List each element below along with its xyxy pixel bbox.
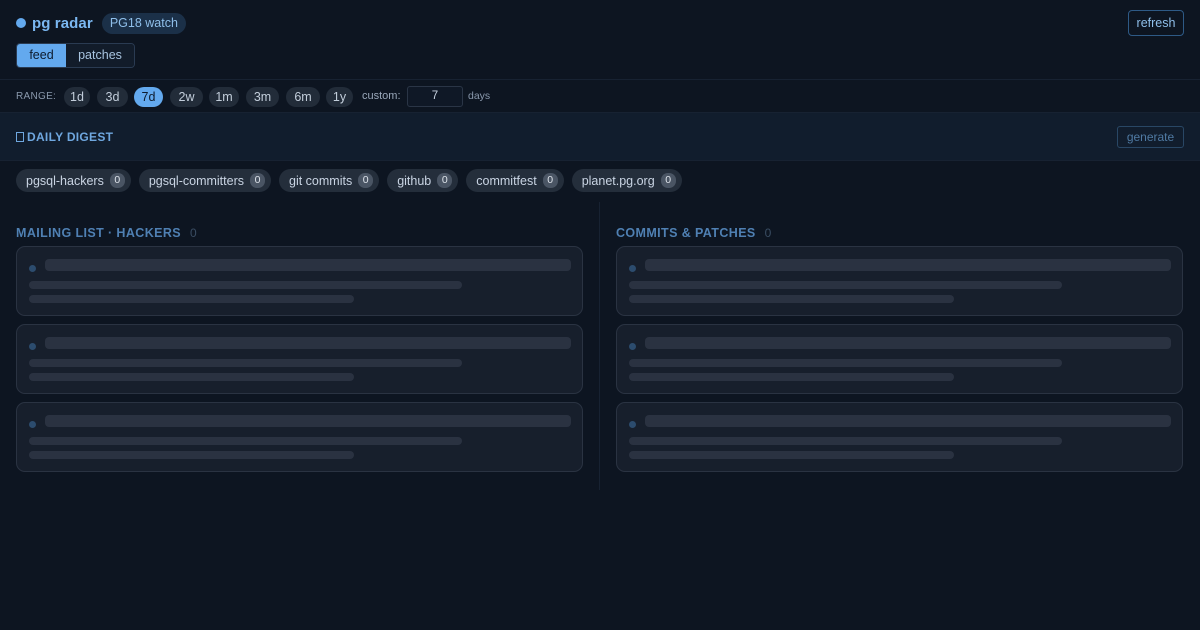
source-chip-planet-pg-org[interactable]: planet.pg.org 0 — [571, 169, 682, 192]
skeleton-title — [645, 415, 1171, 427]
column-header: MAILING LIST · HACKERS 0 — [16, 202, 583, 246]
skeleton-line — [629, 451, 954, 459]
source-chip-git-commits[interactable]: git commits 0 — [279, 169, 380, 192]
column-divider — [599, 202, 600, 490]
view-tabs: feed patches — [16, 43, 135, 68]
source-chip-pgsql-hackers[interactable]: pgsql-hackers 0 — [16, 169, 131, 192]
app-title: pg radar — [32, 14, 93, 32]
skeleton-card — [16, 246, 583, 316]
generate-button[interactable]: generate — [1117, 126, 1184, 148]
range-option-3d[interactable]: 3d — [97, 87, 128, 107]
app: pg radar PG18 watch refresh feed patches… — [0, 0, 1200, 630]
skeleton-dot — [629, 265, 636, 272]
skeleton-line — [29, 359, 462, 367]
source-chip-label: pgsql-committers — [148, 173, 244, 188]
skeleton-line — [629, 295, 954, 303]
skeleton-line — [29, 373, 354, 381]
column-count: 0 — [190, 225, 197, 240]
skeleton-line — [29, 451, 354, 459]
digest-title-text: DAILY DIGEST — [27, 130, 114, 144]
range-label: RANGE: — [16, 91, 57, 102]
source-chip-label: github — [397, 173, 432, 188]
skeleton-dot — [29, 265, 36, 272]
status-dot-icon — [16, 18, 26, 28]
skeleton-title — [45, 415, 571, 427]
skeleton-card — [16, 324, 583, 394]
column-title: MAILING LIST · HACKERS — [16, 225, 182, 240]
range-option-6m[interactable]: 6m — [286, 87, 320, 107]
skeleton-line — [629, 281, 1062, 289]
days-label: days — [468, 90, 491, 102]
skeleton-line — [629, 437, 1062, 445]
skeleton-title — [645, 259, 1171, 271]
source-chip-count: 0 — [542, 173, 558, 188]
skeleton-title — [645, 337, 1171, 349]
range-option-1d[interactable]: 1d — [64, 87, 90, 107]
source-chip-github[interactable]: github 0 — [387, 169, 459, 192]
source-chip-count: 0 — [109, 173, 125, 188]
source-chip-count: 0 — [437, 173, 453, 188]
range-option-3m[interactable]: 3m — [246, 87, 279, 107]
source-chip-commitfest[interactable]: commitfest 0 — [466, 169, 564, 192]
skeleton-dot — [629, 421, 636, 428]
skeleton-line — [29, 281, 462, 289]
range-option-1y[interactable]: 1y — [326, 87, 353, 107]
source-chip-label: git commits — [289, 173, 353, 188]
range-option-1m[interactable]: 1m — [209, 87, 239, 107]
source-filters: pgsql-hackers 0 pgsql-committers 0 git c… — [16, 169, 690, 192]
column-title: COMMITS & PATCHES — [616, 225, 756, 240]
brand: pg radar PG18 watch — [16, 12, 186, 34]
source-chip-pgsql-committers[interactable]: pgsql-committers 0 — [138, 169, 271, 192]
skeleton-card — [616, 246, 1183, 316]
digest-title: DAILY DIGEST — [16, 130, 113, 144]
tab-feed[interactable]: feed — [17, 44, 66, 67]
commits-column: COMMITS & PATCHES 0 — [616, 202, 1183, 480]
column-header: COMMITS & PATCHES 0 — [616, 202, 1183, 246]
range-option-7d[interactable]: 7d — [134, 87, 163, 107]
source-chip-label: commitfest — [476, 173, 537, 188]
range-bar: RANGE: 1d 3d 7d 2w 1m 3m 6m 1y custom: 7… — [0, 80, 1200, 113]
refresh-button[interactable]: refresh — [1128, 10, 1184, 36]
version-badge: PG18 watch — [101, 12, 186, 34]
skeleton-card — [616, 324, 1183, 394]
custom-days-input[interactable]: 7 — [407, 86, 463, 107]
skeleton-card — [616, 402, 1183, 472]
digest-icon — [16, 132, 24, 142]
skeleton-title — [45, 259, 571, 271]
skeleton-dot — [629, 343, 636, 350]
source-chip-count: 0 — [250, 173, 265, 188]
skeleton-line — [629, 359, 1062, 367]
header: pg radar PG18 watch refresh feed patches — [0, 0, 1200, 80]
range-option-2w[interactable]: 2w — [170, 87, 203, 107]
skeleton-dot — [29, 421, 36, 428]
source-chip-count: 0 — [660, 173, 676, 188]
source-chip-label: planet.pg.org — [581, 173, 655, 188]
custom-range-label: custom: — [362, 90, 401, 102]
skeleton-dot — [29, 343, 36, 350]
column-count: 0 — [764, 225, 772, 240]
tab-patches[interactable]: patches — [66, 44, 134, 67]
source-chip-count: 0 — [358, 173, 374, 188]
digest-bar: DAILY DIGEST generate — [0, 113, 1200, 161]
source-chip-label: pgsql-hackers — [26, 173, 104, 188]
skeleton-line — [629, 373, 954, 381]
skeleton-line — [29, 437, 462, 445]
skeleton-title — [45, 337, 571, 349]
mailing-list-column: MAILING LIST · HACKERS 0 — [16, 202, 583, 480]
skeleton-line — [29, 295, 354, 303]
skeleton-card — [16, 402, 583, 472]
